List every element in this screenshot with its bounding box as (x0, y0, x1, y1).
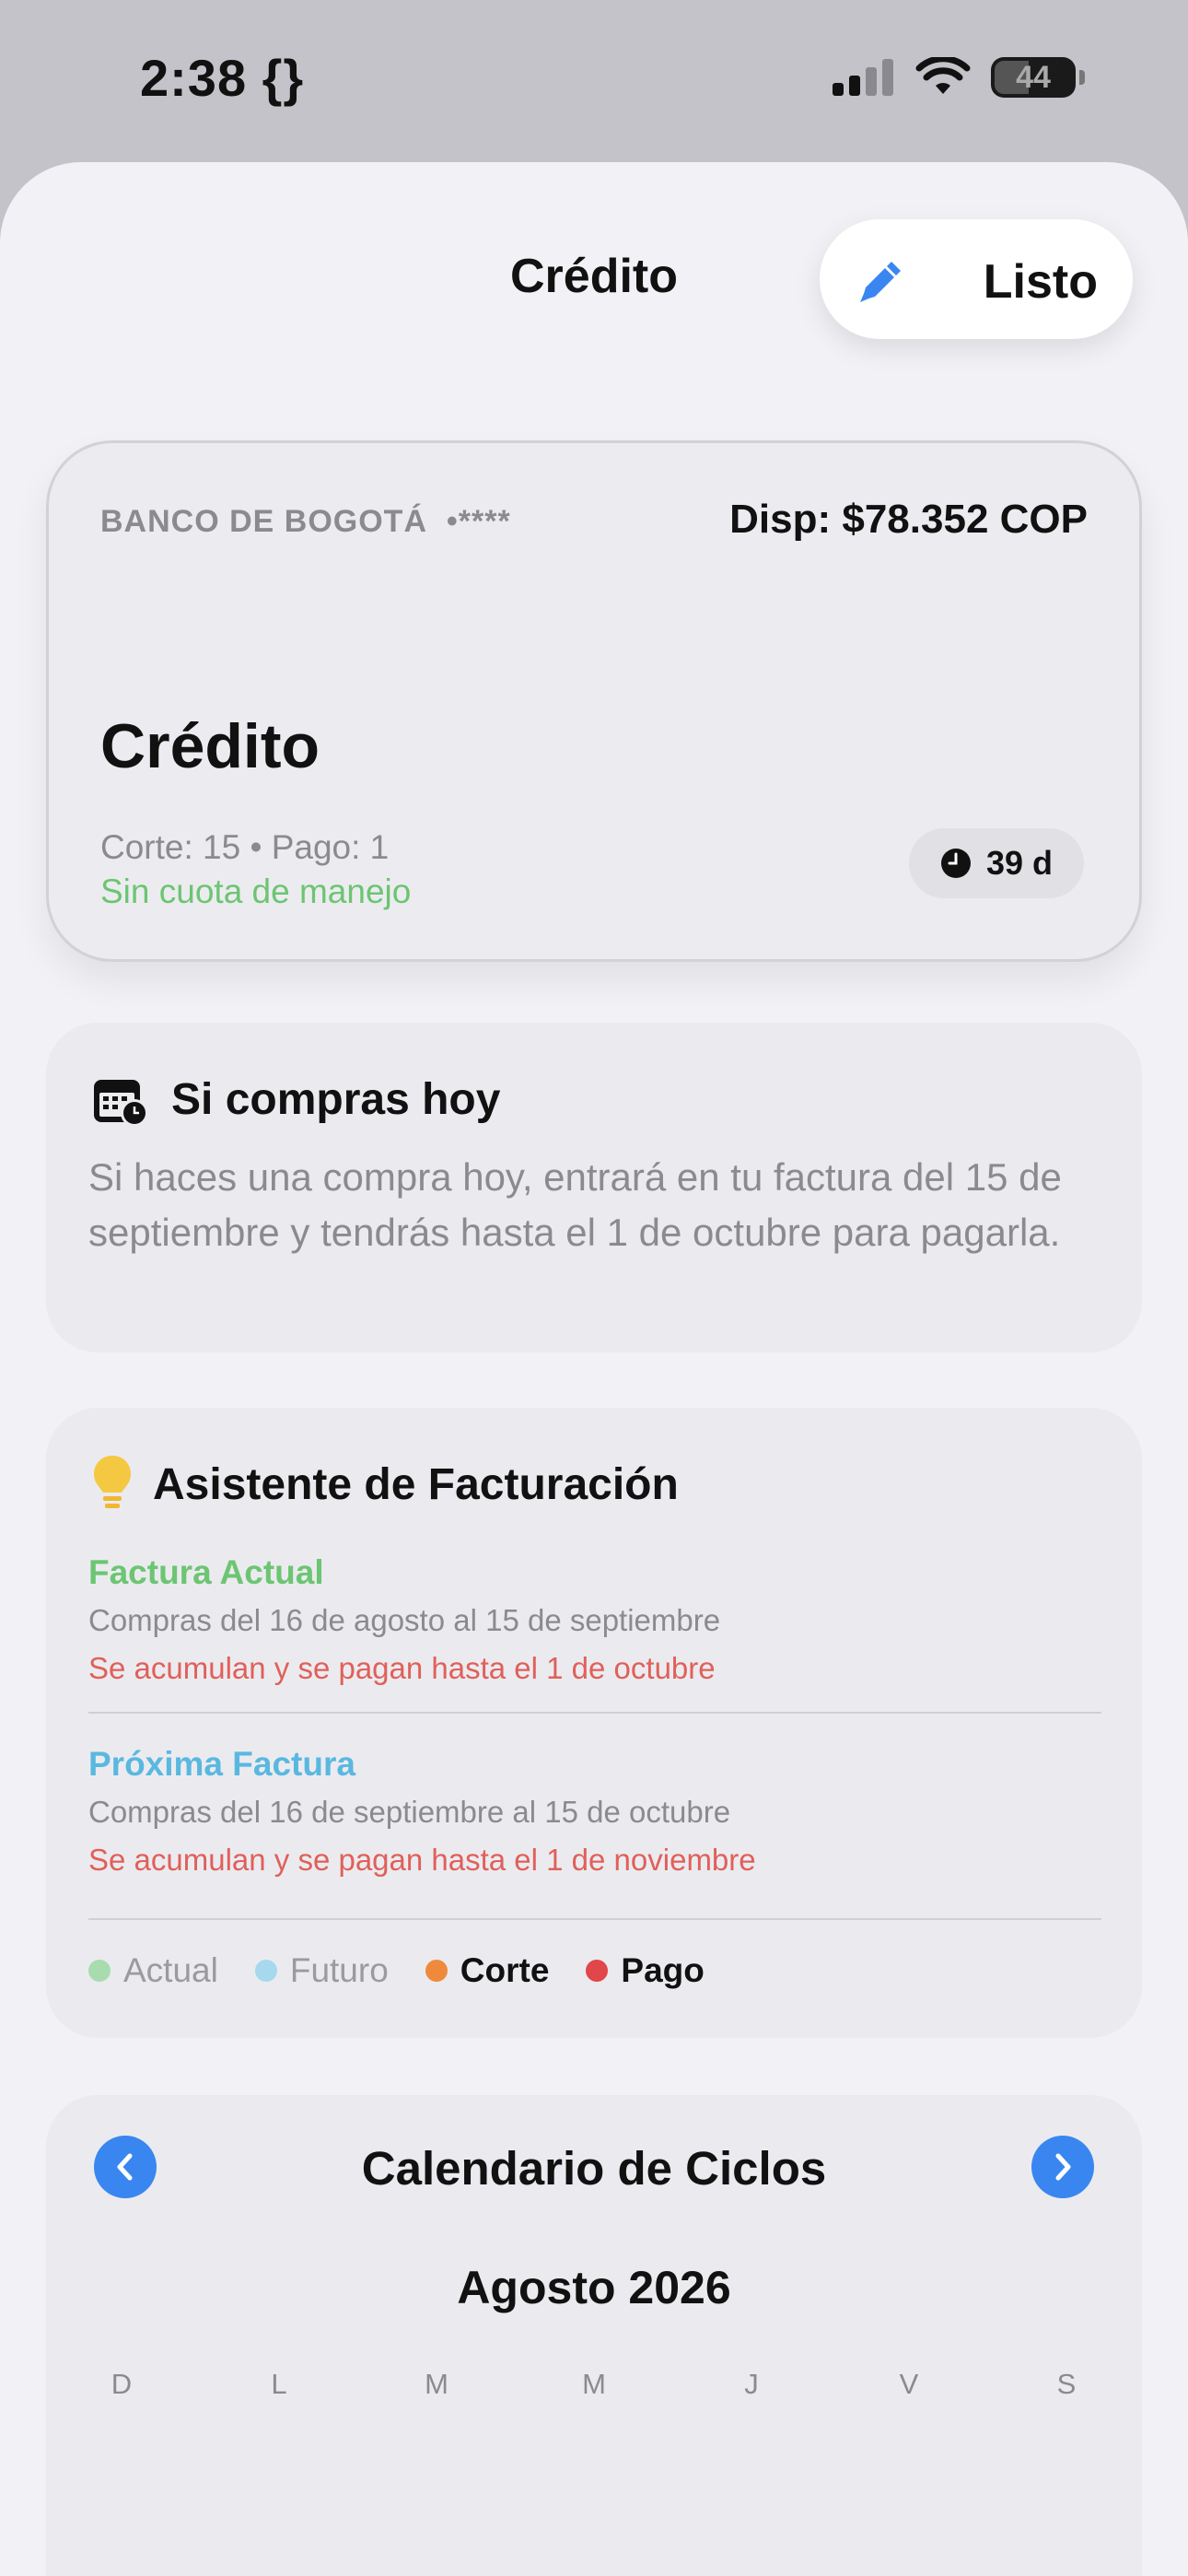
current-bill-range: Compras del 16 de agosto al 15 de septie… (88, 1603, 721, 1637)
modal-sheet: Crédito Listo BANCO DE BOGOTÁ •**** Disp… (0, 162, 1188, 2576)
legend-label: Futuro (289, 1951, 389, 1989)
next-bill-name: Próxima Factura (88, 1745, 355, 1783)
status-icons: 44 (833, 57, 1085, 98)
buy-today-card: Si compras hoy Si haces una compra hoy, … (46, 1023, 1142, 1352)
card-masked-number: •**** (446, 504, 511, 539)
days-label: 39 d (985, 844, 1053, 882)
next-bill-due: Se acumulan y se pagan hasta el 1 de nov… (88, 1843, 756, 1877)
current-bill: Factura Actual Compras del 16 de agosto … (88, 1553, 1101, 1686)
legend-dot (254, 1960, 277, 1982)
next-bill: Próxima Factura Compras del 16 de septie… (88, 1745, 1101, 1878)
buy-today-title: Si compras hoy (171, 1075, 501, 1124)
cycle-calendar-card: Calendario de Ciclos Agosto 2026 D L M M… (46, 2095, 1142, 2576)
billing-dates: Corte: 15 • Pago: 1 (100, 828, 390, 866)
next-month-button[interactable] (1031, 2136, 1094, 2198)
next-bill-range: Compras del 16 de septiembre al 15 de oc… (88, 1795, 731, 1829)
cellular-signal-icon (833, 59, 893, 96)
pencil-icon[interactable] (855, 254, 908, 308)
legend-label: Actual (123, 1951, 218, 1989)
legend-label: Pago (621, 1951, 705, 1989)
legend-dot (88, 1960, 111, 1982)
chevron-right-icon (1055, 2153, 1071, 2181)
status-time: 2:38 {} (140, 49, 305, 107)
legend-dot (425, 1960, 448, 1982)
wifi-icon (915, 57, 971, 94)
days-badge: 39 d (908, 828, 1084, 898)
legend-item-actual: Actual (88, 1951, 218, 1990)
fee-status: Sin cuota de manejo (100, 872, 412, 910)
credit-card[interactable]: BANCO DE BOGOTÁ •**** Disp: $78.352 COP … (46, 440, 1142, 962)
weekday-label: J (744, 2368, 759, 2400)
buy-today-description: Si haces una compra hoy, entrará en tu f… (88, 1155, 1062, 1254)
calendar-title: Calendario de Ciclos (361, 2142, 827, 2195)
clock-icon (940, 849, 971, 878)
month-label: Agosto 2026 (457, 2262, 731, 2313)
divider (88, 1918, 1101, 1920)
weekday-label: S (1056, 2368, 1077, 2400)
legend-item-corte: Corte (425, 1951, 550, 1990)
done-button[interactable]: Listo (984, 254, 1098, 310)
legend: Actual Futuro Corte Pago (88, 1951, 741, 1990)
weekday-label: L (271, 2368, 287, 2400)
assistant-title: Asistente de Facturación (153, 1460, 679, 1509)
weekday-label: M (582, 2368, 606, 2400)
battery-tip (1079, 70, 1085, 85)
legend-label: Corte (460, 1951, 550, 1989)
legend-item-pago: Pago (586, 1951, 705, 1990)
divider (88, 1712, 1101, 1714)
legend-dot (586, 1960, 609, 1982)
status-bar: 2:38 {} 44 (0, 0, 1188, 162)
calendar-clock-icon (94, 1080, 148, 1127)
current-bill-name: Factura Actual (88, 1553, 324, 1591)
current-bill-due: Se acumulan y se pagan hasta el 1 de oct… (88, 1651, 716, 1685)
edit-done-control[interactable]: Listo (820, 219, 1133, 339)
billing-assistant-card: Asistente de Facturación Factura Actual … (46, 1408, 1142, 2038)
legend-item-futuro: Futuro (254, 1951, 389, 1990)
weekday-label: D (111, 2368, 133, 2400)
bank-name-text: BANCO DE BOGOTÁ (100, 504, 427, 539)
weekday-label: V (899, 2368, 919, 2400)
battery-icon: 44 (991, 57, 1076, 98)
lightbulb-icon (94, 1456, 131, 1508)
weekday-header: D L M M J V S (94, 2368, 1094, 2401)
card-title: Crédito (100, 711, 320, 781)
available-balance: Disp: $78.352 COP (729, 497, 1088, 542)
weekday-label: M (425, 2368, 448, 2400)
bank-name: BANCO DE BOGOTÁ •**** (100, 504, 511, 540)
battery-level: 44 (1016, 59, 1051, 95)
